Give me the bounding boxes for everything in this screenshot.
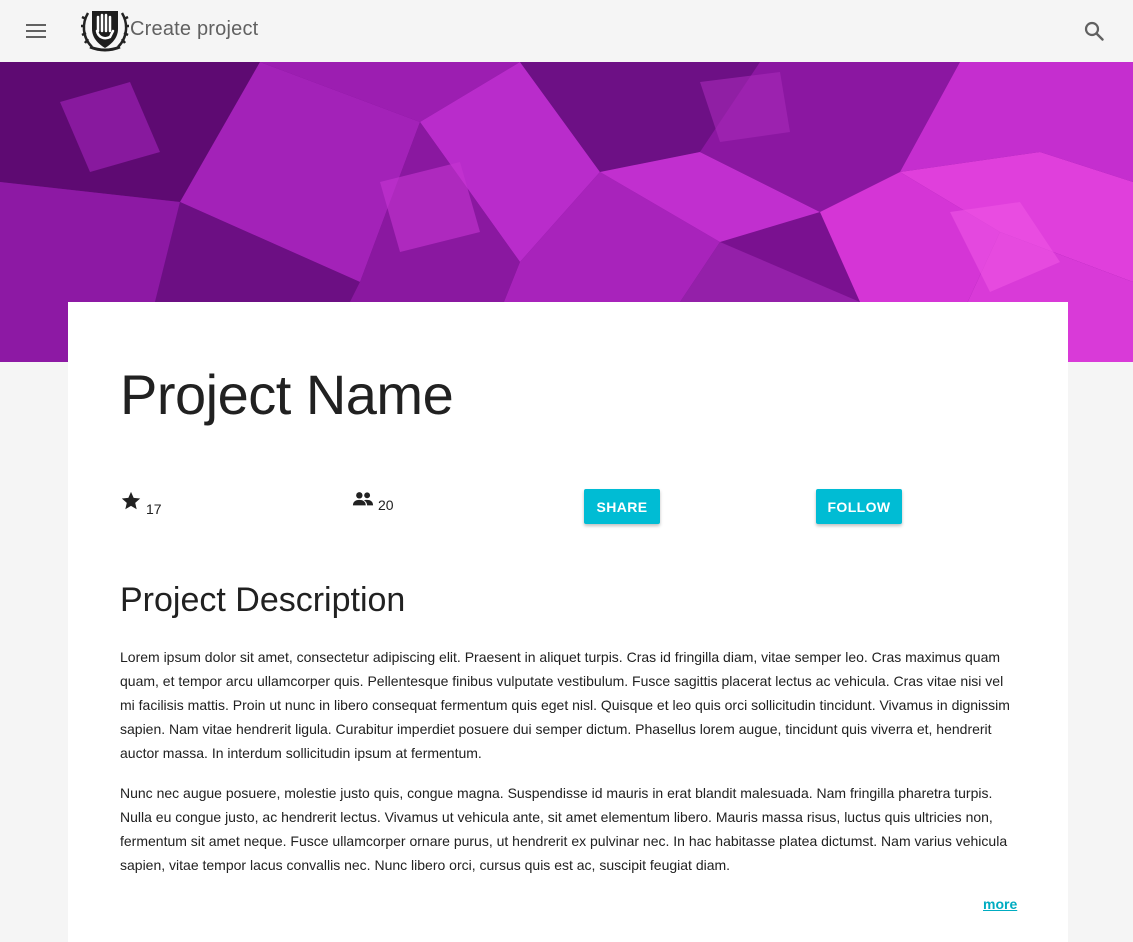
star-icon bbox=[120, 490, 142, 517]
crest-logo[interactable] bbox=[80, 7, 130, 53]
follow-button[interactable]: FOLLOW bbox=[816, 489, 902, 524]
members-count: 20 bbox=[378, 497, 394, 513]
page-title: Create project bbox=[130, 18, 259, 40]
description-heading: Project Description bbox=[120, 581, 406, 619]
stars-stat: 17 bbox=[120, 490, 162, 517]
share-button[interactable]: SHARE bbox=[584, 489, 660, 524]
project-card: Project Name 17 20 SHARE FOLLOW Project … bbox=[68, 302, 1068, 942]
project-name: Project Name bbox=[120, 363, 454, 426]
menu-icon[interactable] bbox=[20, 15, 52, 47]
more-link[interactable]: more bbox=[983, 896, 1017, 912]
top-app-bar: Create project bbox=[0, 0, 1133, 62]
stars-count: 17 bbox=[146, 501, 162, 517]
members-stat: 20 bbox=[352, 490, 394, 513]
people-icon bbox=[352, 490, 374, 513]
description-paragraph: Lorem ipsum dolor sit amet, consectetur … bbox=[120, 649, 1010, 761]
description-paragraph: Nunc nec augue posuere, molestie justo q… bbox=[120, 785, 1008, 873]
search-icon[interactable] bbox=[1078, 15, 1110, 47]
